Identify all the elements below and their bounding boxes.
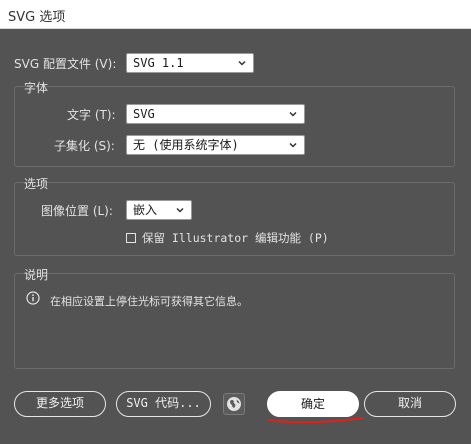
chevron-down-icon [289,142,297,148]
profile-select[interactable]: SVG 1.1 [126,53,254,73]
profile-value: SVG 1.1 [133,56,184,70]
chevron-down-icon [289,111,297,117]
description-text: 在相应设置上停住光标可获得其它信息。 [50,295,248,308]
preserve-illustrator-label[interactable]: 保留 Illustrator 编辑功能 (P) [142,230,329,246]
more-options-button[interactable]: 更多选项 [14,391,106,417]
title-bar: SVG 选项 [0,0,471,29]
description-group [14,273,455,369]
subset-select[interactable]: 无 (使用系统字体) [126,135,305,155]
image-location-select[interactable]: 嵌入 [126,200,192,220]
font-type-select[interactable]: SVG [126,104,305,124]
globe-icon [227,397,241,411]
image-location-value: 嵌入 [133,203,158,217]
description-group-title: 说明 [24,268,49,282]
subset-value: 无 (使用系统字体) [133,138,239,152]
preserve-illustrator-checkbox[interactable] [126,233,136,243]
font-type-value: SVG [133,107,155,121]
font-type-label: 文字 (T): [67,108,116,122]
chevron-down-icon [176,207,184,213]
profile-label: SVG 配置文件 (V): [14,57,117,71]
options-group-title: 选项 [24,177,49,191]
image-location-label: 图像位置 (L): [41,204,113,218]
window-title: SVG 选项 [8,10,66,25]
chevron-down-icon [238,60,246,66]
info-icon [26,291,40,305]
subset-label: 子集化 (S): [54,139,115,153]
font-group-title: 字体 [24,81,49,95]
globe-button[interactable] [223,393,245,415]
annotation-underline [268,417,363,424]
svg-code-button[interactable]: SVG 代码... [116,391,211,417]
cancel-button[interactable]: 取消 [364,391,456,417]
